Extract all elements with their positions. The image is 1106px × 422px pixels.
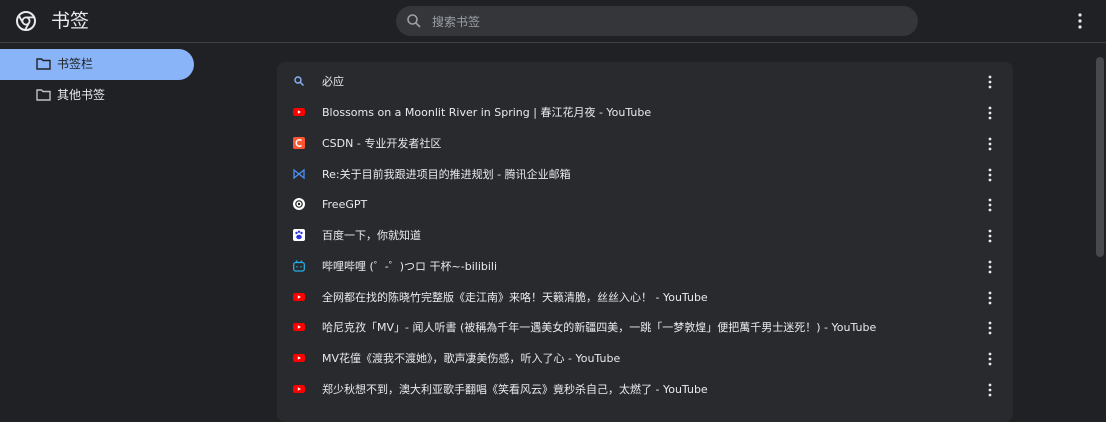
more-vert-icon[interactable] bbox=[986, 106, 994, 120]
more-vert-icon[interactable] bbox=[986, 198, 994, 212]
bing-search-icon bbox=[294, 76, 304, 86]
bookmark-row[interactable]: FreeGPT bbox=[277, 190, 1013, 221]
bookmark-title[interactable]: 百度一下，你就知道 bbox=[322, 228, 421, 244]
bookmark-row[interactable]: CSDN - 专业开发者社区 bbox=[277, 129, 1013, 160]
more-vert-icon[interactable] bbox=[986, 352, 994, 366]
openai-icon bbox=[293, 198, 305, 210]
bookmark-row[interactable]: 郑少秋想不到，澳大利亚歌手翻唱《笑看风云》竟秒杀自己，太燃了 - YouTube bbox=[277, 375, 1013, 406]
bookmark-row[interactable]: 哈尼克孜「MV」- 闻人听書 (被稱為千年一遇美女的新疆四美，一跳「一梦敦煌」便… bbox=[277, 313, 1013, 344]
tencent-mail-icon bbox=[293, 168, 305, 180]
folder-icon bbox=[36, 58, 51, 70]
chrome-logo-icon bbox=[16, 11, 36, 31]
youtube-icon bbox=[293, 323, 305, 331]
top-bar: 书签 bbox=[0, 0, 1106, 43]
more-vert-icon[interactable] bbox=[986, 321, 994, 335]
page-title: 书签 bbox=[51, 10, 90, 32]
search-box[interactable] bbox=[396, 6, 918, 38]
more-vert-icon[interactable] bbox=[986, 291, 994, 305]
bookmark-title[interactable]: Re:关于目前我跟进项目的推进规划 - 腾讯企业邮箱 bbox=[322, 167, 571, 183]
scrollbar-thumb[interactable] bbox=[1096, 57, 1104, 257]
sidebar-item-bookmarks-bar[interactable]: 书签栏 bbox=[0, 49, 194, 80]
more-vert-icon[interactable] bbox=[986, 260, 994, 274]
bookmark-row[interactable]: 哔哩哔哩 (゜-゜)つロ 干杯~-bilibili bbox=[277, 252, 1013, 283]
more-vert-icon[interactable] bbox=[986, 75, 994, 89]
bookmark-row[interactable]: Blossoms on a Moonlit River in Spring | … bbox=[277, 98, 1013, 129]
csdn-icon bbox=[293, 137, 305, 149]
bilibili-icon bbox=[293, 260, 305, 272]
more-vert-icon[interactable] bbox=[1074, 12, 1086, 30]
more-vert-icon[interactable] bbox=[986, 383, 994, 397]
more-vert-icon[interactable] bbox=[986, 168, 994, 182]
youtube-icon bbox=[293, 385, 305, 393]
bookmark-row[interactable]: Re:关于目前我跟进项目的推进规划 - 腾讯企业邮箱 bbox=[277, 160, 1013, 191]
more-vert-icon[interactable] bbox=[986, 137, 994, 151]
bookmark-title[interactable]: Blossoms on a Moonlit River in Spring | … bbox=[322, 105, 651, 121]
bookmark-title[interactable]: CSDN - 专业开发者社区 bbox=[322, 136, 441, 152]
bookmark-row[interactable]: 全网都在找的陈晓竹完整版《走江南》来咯！天籁清脆，丝丝入心！ - YouTube bbox=[277, 283, 1013, 314]
sidebar-item-other-bookmarks[interactable]: 其他书签 bbox=[0, 80, 194, 111]
search-icon bbox=[407, 14, 421, 28]
more-vert-icon[interactable] bbox=[986, 229, 994, 243]
bookmark-title[interactable]: 郑少秋想不到，澳大利亚歌手翻唱《笑看风云》竟秒杀自己，太燃了 - YouTube bbox=[322, 382, 708, 398]
bookmark-title[interactable]: 全网都在找的陈晓竹完整版《走江南》来咯！天籁清脆，丝丝入心！ - YouTube bbox=[322, 290, 708, 306]
bookmark-title[interactable]: 哔哩哔哩 (゜-゜)つロ 干杯~-bilibili bbox=[322, 259, 497, 275]
bookmark-row[interactable]: 必应 bbox=[277, 67, 1013, 98]
bookmark-title[interactable]: MV花僮《渡我不渡她》，歌声凄美伤感，听入了心 - YouTube bbox=[322, 351, 620, 367]
bookmark-row[interactable]: MV花僮《渡我不渡她》，歌声凄美伤感，听入了心 - YouTube bbox=[277, 344, 1013, 375]
youtube-icon bbox=[293, 293, 305, 301]
scrollbar[interactable] bbox=[1094, 43, 1106, 400]
bookmark-row[interactable]: 百度一下，你就知道 bbox=[277, 221, 1013, 252]
search-input[interactable] bbox=[430, 6, 904, 38]
bookmark-title[interactable]: 哈尼克孜「MV」- 闻人听書 (被稱為千年一遇美女的新疆四美，一跳「一梦敦煌」便… bbox=[322, 320, 876, 336]
bookmark-list: 必应 Blossoms on a Moonlit River in Spring… bbox=[277, 62, 1013, 422]
sidebar-item-label: 其他书签 bbox=[57, 88, 106, 102]
folder-icon bbox=[36, 89, 51, 101]
youtube-icon bbox=[293, 354, 305, 362]
youtube-icon bbox=[293, 108, 305, 116]
bookmark-title[interactable]: FreeGPT bbox=[322, 197, 367, 213]
bookmark-title[interactable]: 必应 bbox=[322, 74, 344, 90]
sidebar-item-label: 书签栏 bbox=[57, 57, 94, 71]
baidu-icon bbox=[293, 229, 305, 241]
